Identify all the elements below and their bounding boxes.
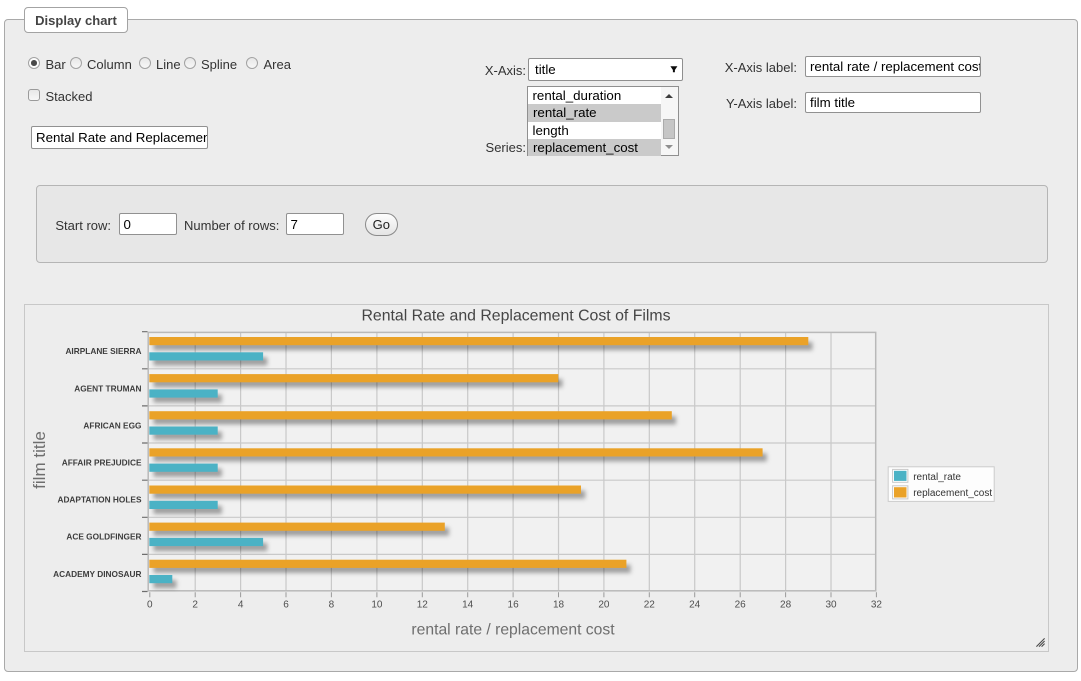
svg-text:28: 28 xyxy=(780,600,792,611)
svg-text:8: 8 xyxy=(329,600,335,611)
svg-text:replacement_cost: replacement_cost xyxy=(913,488,992,499)
svg-text:16: 16 xyxy=(508,600,520,611)
svg-text:AGENT TRUMAN: AGENT TRUMAN xyxy=(74,383,141,393)
svg-text:32: 32 xyxy=(871,600,883,611)
svg-text:30: 30 xyxy=(825,600,837,611)
svg-text:4: 4 xyxy=(238,600,244,611)
svg-text:ADAPTATION HOLES: ADAPTATION HOLES xyxy=(57,495,142,505)
svg-text:6: 6 xyxy=(283,600,289,611)
svg-text:24: 24 xyxy=(689,600,701,611)
svg-text:26: 26 xyxy=(735,600,747,611)
svg-text:AFRICAN EGG: AFRICAN EGG xyxy=(83,420,141,430)
svg-text:10: 10 xyxy=(371,600,383,611)
svg-text:22: 22 xyxy=(644,600,656,611)
svg-text:18: 18 xyxy=(553,600,565,611)
svg-text:rental rate / replacement cost: rental rate / replacement cost xyxy=(411,622,615,639)
svg-text:ACE GOLDFINGER: ACE GOLDFINGER xyxy=(66,532,141,542)
svg-text:14: 14 xyxy=(462,600,474,611)
svg-text:Rental Rate and Replacement Co: Rental Rate and Replacement Cost of Film… xyxy=(361,308,670,325)
svg-text:film title: film title xyxy=(30,431,49,489)
svg-text:2: 2 xyxy=(192,600,198,611)
svg-text:20: 20 xyxy=(598,600,610,611)
svg-text:AFFAIR PREJUDICE: AFFAIR PREJUDICE xyxy=(62,458,142,468)
svg-text:AIRPLANE SIERRA: AIRPLANE SIERRA xyxy=(65,346,141,356)
svg-text:12: 12 xyxy=(417,600,429,611)
svg-text:0: 0 xyxy=(147,600,153,611)
svg-text:rental_rate: rental_rate xyxy=(913,472,961,483)
svg-text:ACADEMY DINOSAUR: ACADEMY DINOSAUR xyxy=(53,569,141,579)
